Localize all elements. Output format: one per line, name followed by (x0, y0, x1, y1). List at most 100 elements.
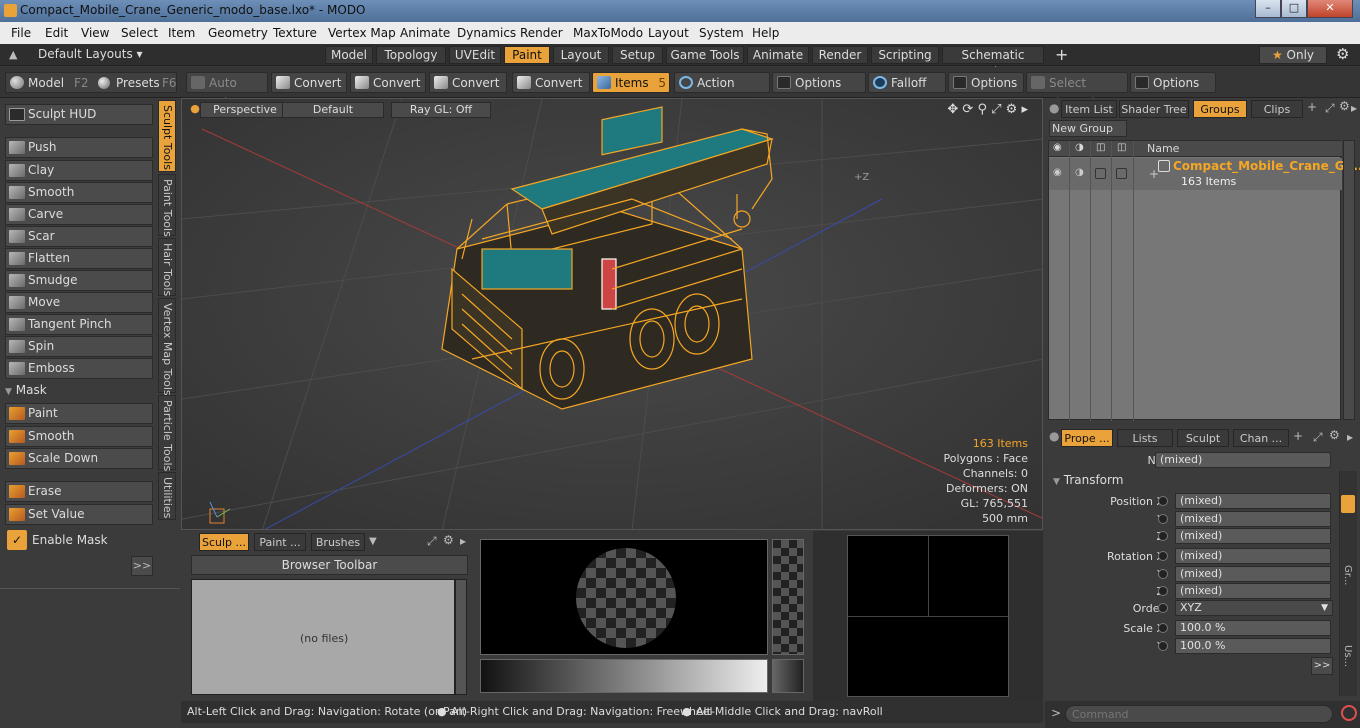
position-x-field[interactable]: (mixed) (1175, 493, 1331, 509)
ray-gl-toggle[interactable]: Ray GL: Off (391, 102, 491, 118)
tab-animate[interactable]: Animate (747, 46, 809, 64)
convert-polygons-button[interactable]: Convert (429, 72, 507, 93)
menu-layout[interactable]: Layout (648, 26, 689, 40)
menu-maxtomodo[interactable]: MaxToModo (573, 26, 643, 40)
vtab-vertex-map-tools[interactable]: Vertex Map Tools (158, 298, 176, 396)
new-group-button[interactable]: New Group (1049, 120, 1127, 137)
vtab-hair-tools[interactable]: Hair Tools (158, 238, 176, 296)
viewport-gear-icon[interactable]: ⚙ (1006, 102, 1018, 117)
position-y-dot[interactable] (1158, 514, 1168, 524)
scale-y-field[interactable]: 100.0 % (1175, 638, 1331, 654)
only-button[interactable]: ★ Only (1259, 46, 1327, 64)
props-side-tab-groups[interactable]: Gr... (1342, 565, 1353, 585)
tab-layout[interactable]: Layout (553, 46, 609, 64)
mask-smooth[interactable]: Smooth (5, 426, 153, 447)
tab-setup[interactable]: Setup (612, 46, 663, 64)
tool-flatten[interactable]: Flatten (5, 248, 153, 269)
menu-help[interactable]: Help (752, 26, 779, 40)
select-icon[interactable]: ◫ (1117, 142, 1126, 153)
tab-schematic-fusion[interactable]: Schematic Fusion (942, 46, 1044, 79)
tab-clips[interactable]: Clips (1251, 100, 1303, 118)
vtab-particle-tools[interactable]: Particle Tools (158, 395, 176, 471)
tab-sculpt[interactable]: Sculpt (1177, 429, 1229, 447)
rotation-y-field[interactable]: (mixed) (1175, 566, 1331, 582)
sculpt-hud-button[interactable]: Sculpt HUD (5, 104, 153, 125)
group-row[interactable]: ◉ ◑ + Compact_Mobile_Crane_G ... 163 Ite… (1049, 158, 1360, 190)
menu-file[interactable]: File (11, 26, 31, 40)
row-visibility-icon[interactable]: ◉ (1053, 167, 1062, 178)
row-render-icon[interactable]: ◑ (1075, 167, 1084, 178)
enable-mask-toggle[interactable]: ✓ Enable Mask (5, 529, 153, 551)
order-dropdown[interactable]: XYZ ▼ (1175, 600, 1333, 616)
tab-shader-tree[interactable]: Shader Tree (1119, 100, 1189, 118)
options-button-2[interactable]: Options (948, 72, 1024, 93)
set-value-button[interactable]: Set Value (5, 504, 153, 525)
shading-style-dropdown[interactable]: Default (282, 102, 384, 118)
rotate-view-icon[interactable]: ⟳ (962, 102, 973, 117)
tool-tangent-pinch[interactable]: Tangent Pinch (5, 314, 153, 335)
menu-select[interactable]: Select (121, 26, 158, 40)
position-x-dot[interactable] (1158, 496, 1168, 506)
tab-channels[interactable]: Chan ... (1233, 429, 1289, 447)
falloff-button[interactable]: Falloff (868, 72, 946, 93)
render-icon[interactable]: ◑ (1075, 142, 1084, 153)
model-button[interactable]: Model F2 Presets F6 (5, 72, 177, 93)
menu-texture[interactable]: Texture (273, 26, 317, 40)
tab-render[interactable]: Render (812, 46, 868, 64)
browser-more-icon[interactable]: ▸ (460, 534, 466, 548)
file-list-scrollbar[interactable] (455, 579, 467, 695)
row-lock-box[interactable] (1095, 168, 1106, 179)
settings-gear-icon[interactable]: ⚙ (1336, 45, 1349, 63)
items-button[interactable]: Items 5 (592, 72, 670, 93)
vtab-utilities[interactable]: Utilities (158, 472, 176, 520)
panel-menu-dot[interactable]: ● (1049, 101, 1059, 115)
tool-spin[interactable]: Spin (5, 336, 153, 357)
move-view-icon[interactable]: ✥ (947, 102, 958, 117)
tab-paint-presets[interactable]: Paint ... (254, 533, 306, 551)
props-more-button[interactable]: >> (1311, 657, 1333, 675)
tab-item-list[interactable]: Item List (1061, 100, 1117, 118)
erase-button[interactable]: Erase (5, 481, 153, 502)
menu-edit[interactable]: Edit (45, 26, 68, 40)
viewport-more-icon[interactable]: ▸ (1021, 102, 1028, 117)
position-z-field[interactable]: (mixed) (1175, 528, 1331, 544)
tool-smudge[interactable]: Smudge (5, 270, 153, 291)
options-button-1[interactable]: Options (772, 72, 866, 93)
tab-properties[interactable]: Prope ... (1061, 429, 1113, 447)
row-select-box[interactable] (1116, 168, 1127, 179)
options-button-3[interactable]: Options (1130, 72, 1216, 93)
tab-scripting[interactable]: Scripting (871, 46, 939, 64)
add-layout-button[interactable]: + (1055, 45, 1068, 64)
transform-header[interactable]: ▼ Transform (1053, 473, 1123, 487)
tab-paint[interactable]: Paint (504, 46, 550, 64)
perspective-view-dropdown[interactable]: Perspective (200, 102, 290, 118)
scale-y-dot[interactable] (1158, 641, 1168, 651)
tool-scar[interactable]: Scar (5, 226, 153, 247)
props-add-tab-icon[interactable]: + (1293, 429, 1303, 443)
menu-view[interactable]: View (81, 26, 109, 40)
menu-render[interactable]: Render (520, 26, 563, 40)
mask-header[interactable]: ▼ Mask (5, 383, 153, 400)
props-more-icon[interactable]: ▸ (1347, 430, 1353, 444)
vtab-sculpt-tools[interactable]: Sculpt Tools (158, 100, 176, 172)
command-stop-icon[interactable] (1341, 705, 1357, 721)
props-gear-icon[interactable]: ⚙ (1329, 428, 1340, 442)
mask-paint[interactable]: Paint (5, 403, 153, 424)
position-z-dot[interactable] (1158, 531, 1168, 541)
tool-carve[interactable]: Carve (5, 204, 153, 225)
fit-view-icon[interactable]: ⤢ (991, 102, 1001, 117)
convert-materials-button[interactable]: Convert (512, 72, 590, 93)
groups-scrollbar[interactable] (1343, 140, 1355, 420)
file-list-area[interactable]: (no files) (191, 579, 455, 695)
scale-x-field[interactable]: 100.0 % (1175, 620, 1331, 636)
scale-x-dot[interactable] (1158, 623, 1168, 633)
convert-vertices-button[interactable]: Convert (271, 72, 347, 93)
tab-lists[interactable]: Lists (1117, 429, 1173, 447)
menu-item[interactable]: Item (168, 26, 195, 40)
uv-quad-view[interactable] (847, 535, 1010, 697)
menu-dynamics[interactable]: Dynamics (457, 26, 516, 40)
close-button[interactable]: ✕ (1307, 0, 1353, 18)
maximize-button[interactable]: □ (1281, 0, 1307, 18)
visibility-eye-icon[interactable]: ◉ (1053, 142, 1062, 153)
props-side-tab-user[interactable]: Us... (1342, 645, 1353, 667)
